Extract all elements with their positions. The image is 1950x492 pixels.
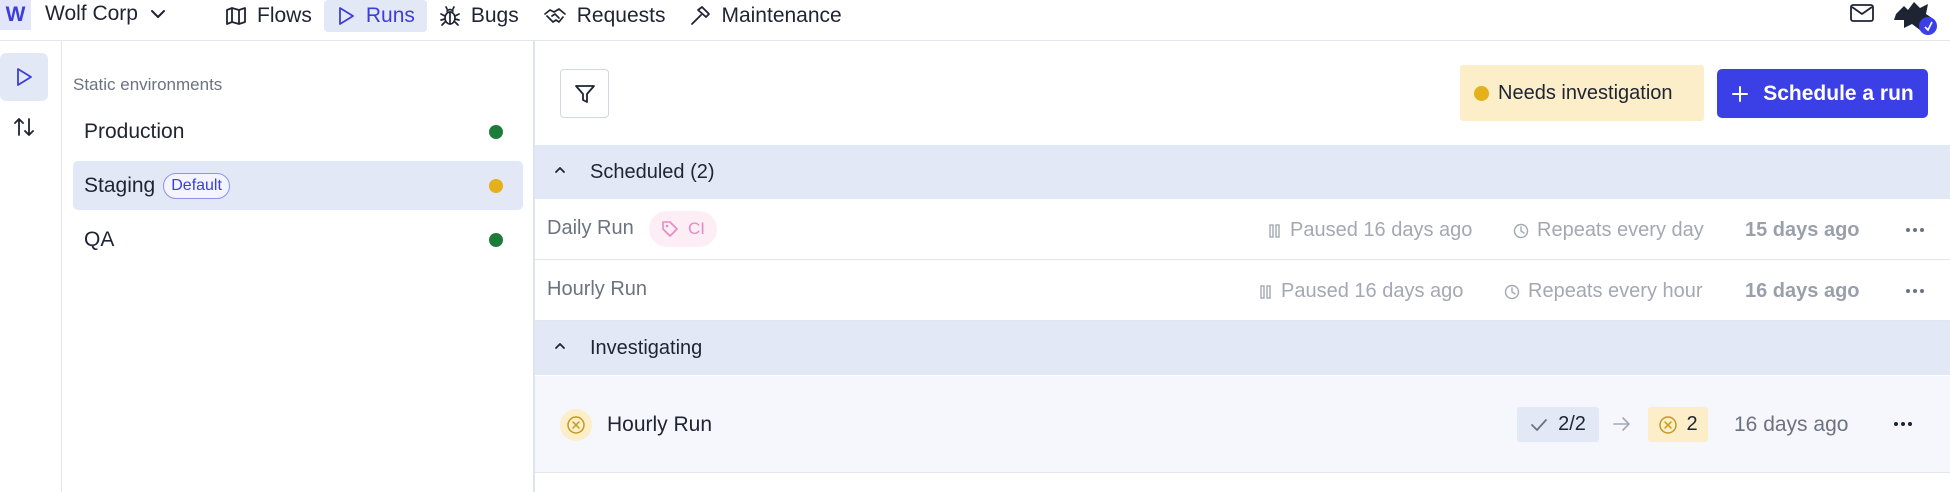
paused-label: Paused 16 days ago <box>1281 280 1464 302</box>
nav-label: Flows <box>257 4 312 27</box>
repeat-status: Repeats every day <box>1513 219 1704 242</box>
environments-heading: Static environments <box>73 75 223 94</box>
map-icon <box>225 6 247 26</box>
paused-status: Paused 16 days ago <box>1268 219 1472 242</box>
hammer-icon <box>689 5 711 27</box>
group-title: Investigating <box>590 336 703 359</box>
main-nav: Flows Runs Bugs Requests Maintenance <box>213 0 854 32</box>
chevron-down-icon <box>150 9 166 19</box>
repeat-label: Repeats every hour <box>1528 280 1703 302</box>
left-rail <box>0 41 62 492</box>
needs-investigation-filter[interactable]: Needs investigation <box>1460 65 1704 121</box>
schedule-run-button[interactable]: Schedule a run <box>1717 69 1928 118</box>
more-options-icon[interactable] <box>1890 414 1916 434</box>
rail-sort-button[interactable] <box>0 103 48 151</box>
top-bar: W Wolf Corp Flows Runs Bugs Requests Mai… <box>0 0 1950 41</box>
investigating-run-row[interactable]: Hourly Run 2/2 2 16 days ago <box>535 376 1950 473</box>
env-item-staging[interactable]: Staging Default <box>73 161 523 210</box>
filter-button[interactable] <box>560 69 609 118</box>
clock-icon <box>1513 223 1529 239</box>
status-dot <box>489 179 503 193</box>
rail-runs-button[interactable] <box>0 53 48 101</box>
filter-icon <box>574 83 596 105</box>
default-badge: Default <box>163 172 230 199</box>
org-name: Wolf Corp <box>45 2 138 25</box>
schedule-run-label: Schedule a run <box>1763 81 1914 105</box>
mail-icon[interactable] <box>1849 2 1875 24</box>
bug-icon <box>439 5 461 27</box>
scheduled-group-header[interactable]: Scheduled (2) <box>535 145 1950 199</box>
user-avatar[interactable] <box>1892 0 1938 36</box>
nav-label: Runs <box>365 4 415 27</box>
env-item-qa[interactable]: QA <box>73 215 523 264</box>
paused-status: Paused 16 days ago <box>1259 280 1463 303</box>
chevron-up-icon <box>553 339 567 353</box>
play-icon <box>336 6 356 26</box>
status-dot <box>489 233 503 247</box>
org-switcher[interactable]: Wolf Corp <box>45 0 166 28</box>
run-name: Daily Run <box>547 217 634 239</box>
env-item-production[interactable]: Production <box>73 107 523 156</box>
scheduled-run-row[interactable]: Daily Run CI Paused 16 days ago Repeats … <box>535 199 1950 260</box>
nav-runs[interactable]: Runs <box>323 0 427 32</box>
run-name: Hourly Run <box>607 413 713 436</box>
needs-investigation-label: Needs investigation <box>1498 81 1673 104</box>
group-title: Scheduled (2) <box>590 160 715 183</box>
handshake-icon <box>543 6 567 26</box>
pause-icon <box>1259 284 1273 300</box>
chevron-up-icon <box>553 163 567 177</box>
passed-count: 2/2 <box>1558 413 1586 435</box>
nav-requests[interactable]: Requests <box>531 0 678 32</box>
plus-icon <box>1731 85 1749 103</box>
last-run-time: 16 days ago <box>1745 280 1860 302</box>
scheduled-run-row[interactable]: Hourly Run Paused 16 days ago Repeats ev… <box>535 260 1950 321</box>
env-label: Staging <box>84 173 156 197</box>
environments-panel: Static environments Production Staging D… <box>62 41 535 492</box>
repeat-label: Repeats every day <box>1537 219 1704 241</box>
check-icon <box>1530 418 1548 432</box>
paused-label: Paused 16 days ago <box>1290 219 1473 241</box>
arrow-right-icon <box>1612 416 1632 432</box>
last-run-time: 15 days ago <box>1745 219 1860 241</box>
tag-icon <box>661 220 679 238</box>
env-label: Production <box>84 119 185 143</box>
nav-maintenance[interactable]: Maintenance <box>677 0 853 32</box>
nav-flows[interactable]: Flows <box>213 0 324 32</box>
repeat-status: Repeats every hour <box>1504 280 1703 303</box>
tag-label: CI <box>688 219 705 238</box>
failed-count: 2 <box>1686 413 1698 435</box>
failed-count-badge: 2 <box>1648 407 1708 442</box>
run-name: Hourly Run <box>547 278 648 300</box>
runs-main: Needs investigation Schedule a run Sched… <box>535 41 1950 492</box>
status-dot <box>489 125 503 139</box>
tag-badge: CI <box>649 211 717 247</box>
nav-bugs[interactable]: Bugs <box>427 0 531 32</box>
run-time: 16 days ago <box>1734 413 1849 436</box>
sort-arrows-icon <box>13 116 35 138</box>
play-icon <box>14 67 34 87</box>
env-label: QA <box>84 227 115 251</box>
org-logo[interactable]: W <box>0 0 31 30</box>
pause-icon <box>1268 223 1282 239</box>
nav-label: Requests <box>576 4 666 27</box>
failed-status-icon <box>560 409 592 441</box>
more-options-icon[interactable] <box>1902 220 1928 240</box>
nav-label: Bugs <box>470 4 519 27</box>
warning-dot <box>1474 85 1489 101</box>
passed-count-badge: 2/2 <box>1517 407 1599 442</box>
more-options-icon[interactable] <box>1902 281 1928 301</box>
x-circle-icon <box>1658 415 1678 435</box>
investigating-group-header[interactable]: Investigating <box>535 321 1950 375</box>
clock-icon <box>1504 284 1520 300</box>
nav-label: Maintenance <box>721 4 842 27</box>
